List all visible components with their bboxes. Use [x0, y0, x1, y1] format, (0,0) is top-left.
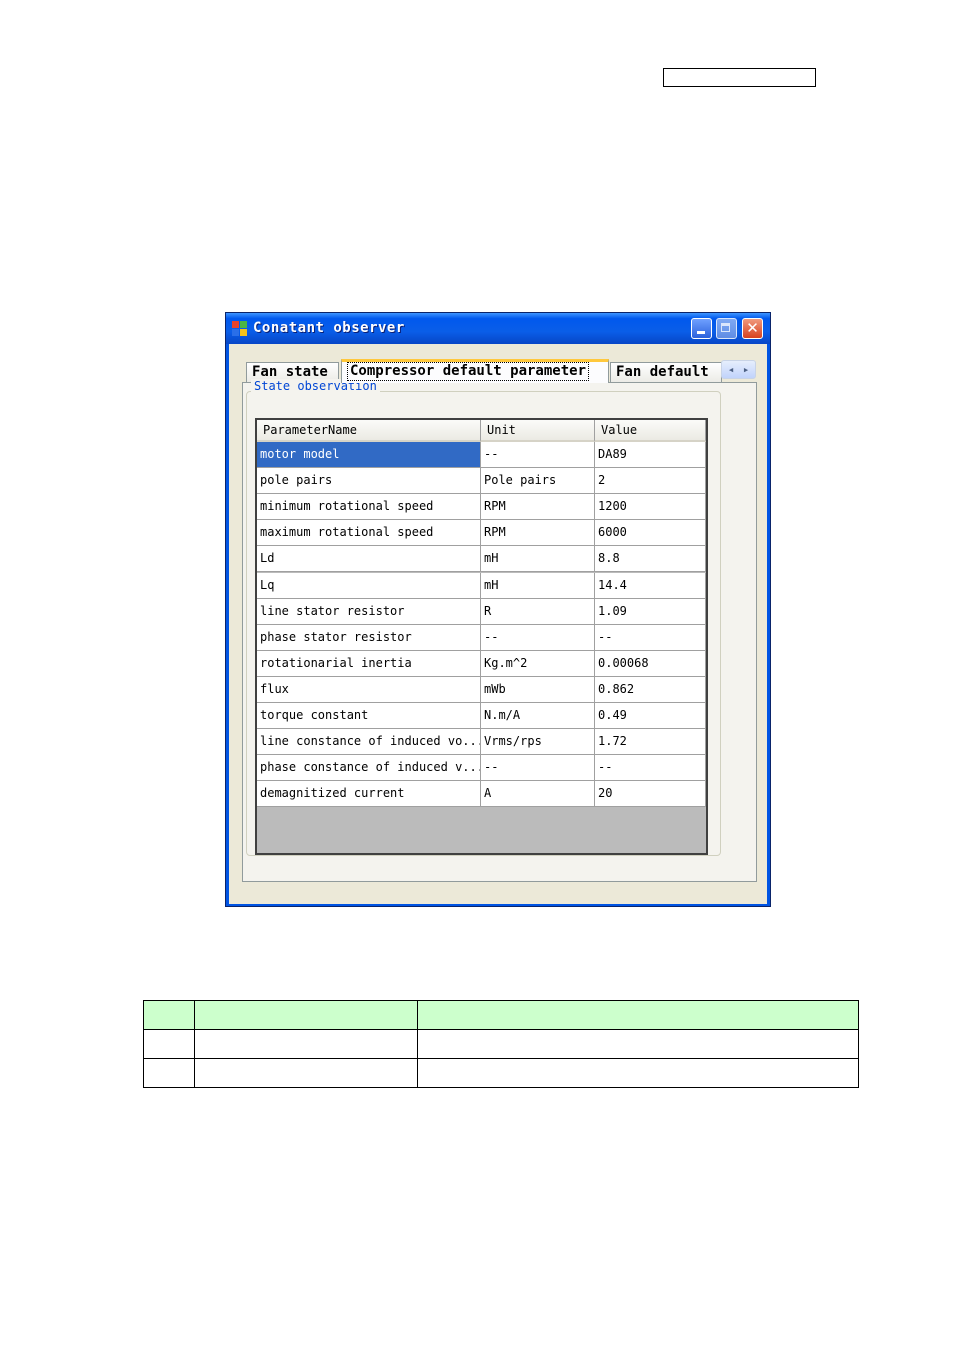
- table-row[interactable]: flux mWb 0.862: [257, 676, 706, 703]
- value-cell[interactable]: 2: [595, 468, 706, 495]
- table-cell: [143, 1029, 195, 1059]
- column-header-unit[interactable]: Unit: [481, 420, 595, 442]
- table-row[interactable]: demagnitized current A 20: [257, 781, 706, 808]
- table-cell: [194, 1029, 418, 1059]
- unit-cell[interactable]: Kg.m^2: [481, 650, 595, 677]
- table-row: [143, 1058, 859, 1088]
- table-cell: [417, 1058, 859, 1088]
- app-icon: [232, 321, 247, 336]
- table-cell: [417, 1029, 859, 1059]
- scroll-left-icon[interactable]: ◂: [724, 361, 739, 378]
- unit-cell[interactable]: --: [481, 624, 595, 651]
- table-row[interactable]: rotationarial inertia Kg.m^2 0.00068: [257, 650, 706, 677]
- close-icon: ✕: [746, 319, 759, 337]
- parameter-grid[interactable]: ParameterName Unit Value motor model -- DA…: [255, 418, 708, 855]
- table-cell: [194, 1000, 418, 1030]
- unit-cell[interactable]: --: [481, 755, 595, 782]
- unit-cell[interactable]: A: [481, 781, 595, 808]
- table-cell: [417, 1000, 859, 1030]
- value-cell[interactable]: 0.49: [595, 703, 706, 729]
- unit-cell[interactable]: Pole pairs: [481, 468, 595, 495]
- value-cell[interactable]: 0.00068: [595, 650, 706, 677]
- value-cell[interactable]: 14.4: [595, 572, 706, 599]
- table-row[interactable]: Ld mH 8.8: [257, 546, 706, 573]
- tab-label: Compressor default parameter: [347, 362, 590, 381]
- value-cell[interactable]: --: [595, 624, 706, 651]
- value-cell[interactable]: 8.8: [595, 546, 706, 573]
- unit-cell[interactable]: Vrms/rps: [481, 729, 595, 756]
- column-header-parametername[interactable]: ParameterName: [257, 420, 481, 442]
- table-cell: [143, 1000, 195, 1030]
- table-row[interactable]: Lq mH 14.4: [257, 572, 706, 599]
- value-cell[interactable]: 1.72: [595, 729, 706, 756]
- parameter-name-cell[interactable]: rotationarial inertia: [257, 650, 481, 677]
- unit-cell[interactable]: --: [481, 442, 595, 468]
- parameter-name-cell[interactable]: phase stator resistor: [257, 624, 481, 651]
- table-row[interactable]: line constance of induced vo... Vrms/rps 1…: [257, 729, 706, 756]
- parameter-name-cell[interactable]: Lq: [257, 572, 481, 599]
- value-cell[interactable]: 1200: [595, 494, 706, 521]
- window-client: Fan state Compressor default parameter F…: [229, 344, 767, 904]
- table-row[interactable]: phase stator resistor -- --: [257, 624, 706, 651]
- unit-cell[interactable]: RPM: [481, 520, 595, 547]
- table-row[interactable]: pole pairs Pole pairs 2: [257, 468, 706, 495]
- tab-compressor-default-parameter[interactable]: Compressor default parameter: [341, 359, 609, 383]
- table-cell: [143, 1058, 195, 1088]
- unit-cell[interactable]: N.m/A: [481, 703, 595, 729]
- parameter-name-cell[interactable]: Ld: [257, 546, 481, 573]
- close-button[interactable]: ✕: [742, 318, 763, 339]
- table-row[interactable]: maximum rotational speed RPM 6000: [257, 520, 706, 547]
- value-cell[interactable]: 20: [595, 781, 706, 808]
- unit-cell[interactable]: mWb: [481, 676, 595, 703]
- parameter-name-cell[interactable]: torque constant: [257, 703, 481, 729]
- tab-fan-default[interactable]: Fan default: [610, 362, 722, 382]
- value-cell[interactable]: 1.09: [595, 598, 706, 625]
- minimize-button[interactable]: [691, 318, 712, 339]
- constant-observer-window: Conatant observer ✕ Fan state Compressor…: [225, 312, 771, 907]
- table-row[interactable]: phase constance of induced v... -- --: [257, 755, 706, 782]
- parameter-name-cell[interactable]: motor model: [257, 442, 481, 468]
- tab-scroll-buttons: ◂ ▸: [721, 360, 756, 379]
- table-row[interactable]: torque constant N.m/A 0.49: [257, 703, 706, 729]
- value-cell[interactable]: 6000: [595, 520, 706, 547]
- parameter-name-cell[interactable]: phase constance of induced v...: [257, 755, 481, 782]
- unit-cell[interactable]: mH: [481, 572, 595, 599]
- parameter-name-cell[interactable]: line constance of induced vo...: [257, 729, 481, 756]
- value-cell[interactable]: DA89: [595, 442, 706, 468]
- bottom-table: [143, 1000, 859, 1088]
- column-header-value[interactable]: Value: [595, 420, 706, 442]
- table-row[interactable]: minimum rotational speed RPM 1200: [257, 494, 706, 521]
- unit-cell[interactable]: mH: [481, 546, 595, 573]
- parameter-name-cell[interactable]: minimum rotational speed: [257, 494, 481, 521]
- value-cell[interactable]: 0.862: [595, 676, 706, 703]
- table-cell: [194, 1058, 418, 1088]
- unit-cell[interactable]: RPM: [481, 494, 595, 521]
- header-box: [663, 68, 816, 87]
- table-row[interactable]: line stator resistor R 1.09: [257, 598, 706, 625]
- table-row: [143, 1029, 859, 1059]
- parameter-name-cell[interactable]: demagnitized current: [257, 781, 481, 808]
- table-row[interactable]: motor model -- DA89: [257, 442, 706, 468]
- parameter-name-cell[interactable]: pole pairs: [257, 468, 481, 495]
- parameter-name-cell[interactable]: flux: [257, 676, 481, 703]
- title-bar[interactable]: Conatant observer ✕: [226, 313, 770, 344]
- unit-cell[interactable]: R: [481, 598, 595, 625]
- parameter-name-cell[interactable]: maximum rotational speed: [257, 520, 481, 547]
- table-header-row: [143, 1000, 859, 1030]
- window-title: Conatant observer: [253, 320, 405, 336]
- maximize-button[interactable]: [716, 318, 737, 339]
- value-cell[interactable]: --: [595, 755, 706, 782]
- parameter-name-cell[interactable]: line stator resistor: [257, 598, 481, 625]
- scroll-right-icon[interactable]: ▸: [739, 361, 754, 378]
